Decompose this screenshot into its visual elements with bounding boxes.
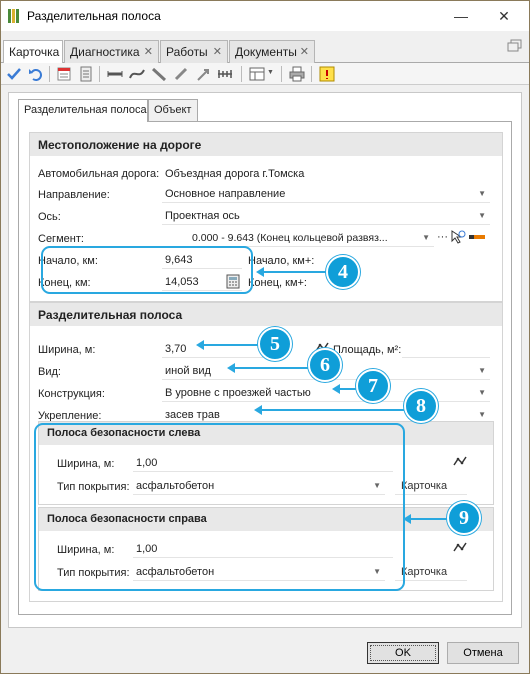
tab-works[interactable]: Работы ✕: [160, 40, 228, 63]
start-kmplus-label: Начало, км+:: [248, 255, 315, 267]
ok-label: OK: [370, 645, 436, 661]
axis-value: Проектная ось: [165, 210, 240, 222]
strip-width-input[interactable]: 3,70: [162, 340, 272, 358]
toolbar-separator: [49, 66, 50, 82]
print-icon[interactable]: [289, 66, 305, 82]
direction-value: Основное направление: [165, 188, 286, 200]
construction-label: Конструкция:: [38, 388, 105, 400]
direction-select[interactable]: Основное направление ▼: [162, 185, 490, 203]
curve-icon[interactable]: [129, 66, 145, 82]
arrow-9: [403, 514, 447, 524]
chevron-down-icon[interactable]: ▼: [478, 388, 486, 397]
title-bar: Разделительная полоса — ✕: [1, 1, 529, 31]
tab-documents[interactable]: Документы ✕: [229, 40, 315, 63]
toolbar-separator: [311, 66, 312, 82]
area-label: Площадь, м²:: [333, 344, 402, 356]
arrow-8: [254, 405, 404, 415]
close-tab-icon[interactable]: ✕: [213, 45, 222, 58]
chevron-down-icon[interactable]: ▼: [422, 233, 430, 242]
graph-icon[interactable]: [453, 541, 467, 553]
segment-select[interactable]: 0.000 - 9.643 (Конец кольцевой развяз...…: [162, 229, 434, 247]
direction-label: Направление:: [38, 189, 110, 201]
tab-dividing-strip[interactable]: Разделительная полоса: [18, 99, 148, 122]
badge-9: 9: [447, 501, 481, 535]
check-icon[interactable]: [6, 66, 22, 82]
badge-4: 4: [326, 255, 360, 289]
strip-width-label: Ширина, м:: [38, 344, 96, 356]
window-title: Разделительная полоса: [27, 9, 161, 23]
pointer-icon[interactable]: [195, 66, 211, 82]
area-input[interactable]: [402, 340, 490, 358]
strip-type-label: Вид:: [38, 366, 61, 378]
measure-icon[interactable]: [217, 66, 233, 82]
ruler-icon[interactable]: [151, 66, 167, 82]
callout-km-box: [41, 246, 253, 294]
layout-icon[interactable]: [249, 66, 265, 82]
toolbar-separator: [241, 66, 242, 82]
tab-diagnostics[interactable]: Диагностика ✕: [64, 40, 159, 63]
badge-6: 6: [308, 348, 342, 382]
document-icon[interactable]: [78, 66, 94, 82]
arrow-4: [256, 267, 326, 277]
segment-value: 0.000 - 9.643 (Конец кольцевой развяз...: [192, 232, 388, 244]
badge-8: 8: [404, 389, 438, 423]
chevron-down-icon[interactable]: ▼: [478, 189, 486, 198]
pencil-icon[interactable]: [173, 66, 189, 82]
app-icon: [8, 9, 20, 23]
safety-left-card-field[interactable]: Карточка: [395, 477, 467, 495]
report-icon[interactable]: [56, 66, 72, 82]
minimize-button[interactable]: —: [442, 1, 480, 31]
tab-card[interactable]: Карточка: [3, 40, 63, 64]
construction-select[interactable]: В уровне с проезжей частью ▼: [162, 384, 490, 402]
location-header: Местоположение на дороге: [30, 133, 502, 156]
dividing-strip-header: Разделительная полоса: [30, 303, 502, 326]
close-window-button[interactable]: ✕: [485, 1, 523, 31]
tab-label: Разделительная полоса: [24, 104, 147, 116]
badge-7: 7: [356, 369, 390, 403]
road-label: Автомобильная дорога:: [38, 168, 160, 180]
graph-icon[interactable]: [453, 455, 467, 467]
tab-label: Карточка: [9, 45, 60, 59]
cancel-button[interactable]: Отмена: [447, 642, 519, 664]
construction-value: В уровне с проезжей частью: [165, 387, 311, 399]
document-tabstrip: Карточка Диагностика ✕ Работы ✕ Документы ✕: [1, 38, 529, 64]
tab-object[interactable]: Объект: [148, 99, 198, 121]
dialog-window: Разделительная полоса — ✕ Карточка Диагн…: [0, 0, 530, 674]
segment-label: Сегмент:: [38, 233, 84, 245]
segment-icon[interactable]: [107, 66, 123, 82]
chevron-down-icon[interactable]: ▼: [267, 69, 274, 76]
tab-label: Объект: [154, 104, 192, 116]
chevron-down-icon[interactable]: ▼: [478, 211, 486, 220]
arrow-5: [196, 340, 258, 350]
end-kmplus-label: Конец, км+:: [248, 277, 307, 289]
toolbar-separator: [281, 66, 282, 82]
arrow-7: [332, 384, 356, 394]
restore-icon[interactable]: [507, 39, 523, 53]
km-marker-icon[interactable]: [468, 231, 486, 243]
chevron-down-icon[interactable]: ▼: [478, 410, 486, 419]
tab-label: Документы: [235, 45, 297, 59]
map-pick-icon[interactable]: [450, 229, 466, 245]
warning-icon[interactable]: [319, 66, 335, 82]
arrow-6: [227, 363, 309, 373]
axis-label: Ось:: [38, 211, 61, 223]
toolbar: ▼: [1, 63, 529, 85]
strip-width-value: 3,70: [165, 343, 187, 355]
safety-right-card-field[interactable]: Карточка: [395, 563, 467, 581]
reinforcement-value: засев трав: [165, 409, 220, 421]
road-value: Объездная дорога г.Томска: [165, 168, 305, 180]
strip-type-value: иной вид: [165, 365, 211, 377]
chevron-down-icon[interactable]: ▼: [478, 366, 486, 375]
close-tab-icon[interactable]: ✕: [144, 45, 153, 58]
callout-safety-box: [34, 423, 405, 591]
undo-icon[interactable]: [28, 66, 44, 82]
tab-label: Работы: [166, 45, 208, 59]
badge-5: 5: [258, 327, 292, 361]
ok-button[interactable]: OK: [367, 642, 439, 664]
close-tab-icon[interactable]: ✕: [300, 45, 309, 58]
tab-label: Диагностика: [70, 45, 140, 59]
axis-select[interactable]: Проектная ось ▼: [162, 207, 490, 225]
segment-more-button[interactable]: ···: [437, 231, 448, 243]
toolbar-separator: [99, 66, 100, 82]
